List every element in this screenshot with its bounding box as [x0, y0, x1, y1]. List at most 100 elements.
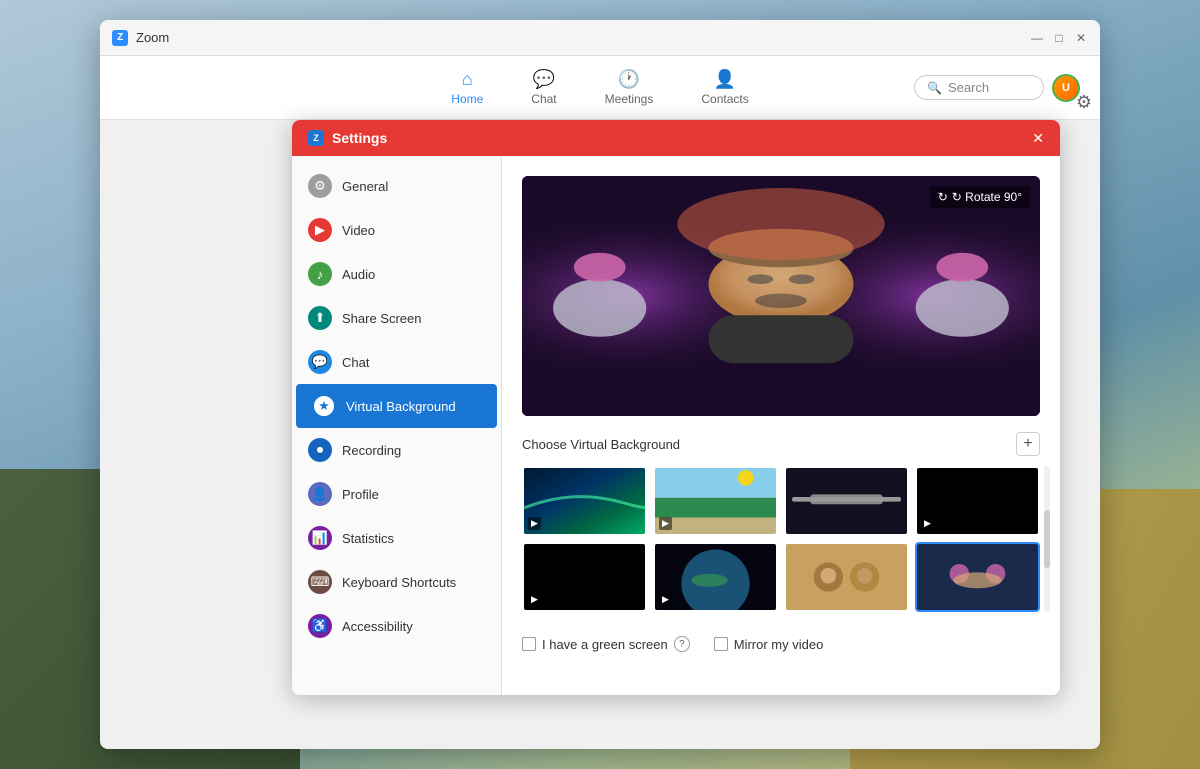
green-screen-label: I have a green screen — [542, 637, 668, 652]
sidebar-item-keyboard-shortcuts[interactable]: ⌨ Keyboard Shortcuts — [292, 560, 501, 604]
nav-item-meetings[interactable]: 🕐 Meetings — [597, 65, 662, 110]
thumb-black1[interactable]: ▶ — [915, 466, 1040, 536]
nav-item-home[interactable]: ⌂ Home — [443, 65, 491, 110]
cats-visual — [786, 544, 907, 610]
thumb-earth-inner — [655, 544, 776, 610]
minimize-button[interactable]: — — [1030, 31, 1044, 45]
thumb-space-inner — [786, 468, 907, 534]
earth-visual — [655, 544, 776, 610]
window-controls: — □ ✕ — [1030, 31, 1088, 45]
video-preview: ↻ ↻ Rotate 90° — [522, 176, 1040, 416]
sidebar-label-vbg: Virtual Background — [346, 399, 456, 414]
scrollbar-thumb[interactable] — [1044, 510, 1050, 568]
thumb-black2[interactable]: ▶ — [522, 542, 647, 612]
settings-dialog: Z Settings ✕ ⚙ General ▶ Video ♪ Audio — [292, 120, 1060, 695]
profile-icon: 👤 — [308, 482, 332, 506]
rotate-button[interactable]: ↻ ↻ Rotate 90° — [930, 186, 1030, 208]
sidebar-label-profile: Profile — [342, 487, 379, 502]
main-toolbar: ⌂ Home 💬 Chat 🕐 Meetings 👤 Contacts 🔍 Se… — [100, 56, 1100, 120]
virtual-background-icon: ★ — [312, 394, 336, 418]
thumb-beach[interactable]: ▶ — [653, 466, 778, 536]
thumb-aurora[interactable]: ▶ — [522, 466, 647, 536]
nav-label-home: Home — [451, 92, 483, 106]
add-background-button[interactable]: + — [1016, 432, 1040, 456]
info-icon[interactable]: ? — [674, 636, 690, 652]
sidebar-item-audio[interactable]: ♪ Audio — [292, 252, 501, 296]
settings-title: Settings — [332, 130, 1032, 146]
space-visual — [786, 468, 907, 534]
audio-icon: ♪ — [308, 262, 332, 286]
rotate-label: ↻ Rotate 90° — [952, 190, 1022, 204]
recording-icon: ⏺ — [308, 438, 332, 462]
chat-sidebar-icon: 💬 — [308, 350, 332, 374]
sidebar-label-audio: Audio — [342, 267, 375, 282]
video-figure — [522, 176, 1040, 416]
nav-items: ⌂ Home 💬 Chat 🕐 Meetings 👤 Contacts — [443, 65, 756, 110]
sidebar-label-accessibility: Accessibility — [342, 619, 413, 634]
sidebar-item-virtual-background[interactable]: ★ Virtual Background — [296, 384, 497, 428]
nav-item-chat[interactable]: 💬 Chat — [523, 65, 564, 110]
contacts-icon: 👤 — [714, 69, 736, 90]
settings-content: ↻ ↻ Rotate 90° Choose Virtual Background… — [502, 156, 1060, 695]
vbg-label: Choose Virtual Background — [522, 437, 680, 452]
settings-header-icon: Z — [308, 130, 324, 146]
beach-visual — [655, 468, 776, 534]
green-screen-checkbox[interactable] — [522, 637, 536, 651]
sidebar-item-video[interactable]: ▶ Video — [292, 208, 501, 252]
aurora-visual — [524, 468, 645, 534]
sidebar-item-statistics[interactable]: 📊 Statistics — [292, 516, 501, 560]
rotate-icon: ↻ — [938, 190, 948, 204]
sidebar-label-recording: Recording — [342, 443, 401, 458]
sidebar-label-chat: Chat — [342, 355, 369, 370]
vbg-header: Choose Virtual Background + — [522, 432, 1040, 456]
thumb-cats[interactable] — [784, 542, 909, 612]
mirror-checkbox[interactable] — [714, 637, 728, 651]
nav-label-chat: Chat — [531, 92, 556, 106]
scrollbar-track[interactable] — [1044, 466, 1050, 612]
home-icon: ⌂ — [462, 69, 473, 90]
search-box[interactable]: 🔍 Search — [914, 75, 1044, 100]
thumb-black1-inner — [917, 468, 1038, 534]
thumb-black2-video-icon: ▶ — [528, 593, 541, 606]
sidebar-label-share: Share Screen — [342, 311, 422, 326]
thumb-earth[interactable]: ▶ — [653, 542, 778, 612]
nav-label-contacts: Contacts — [701, 92, 748, 106]
bottom-options: I have a green screen ? Mirror my video — [522, 628, 1040, 652]
maximize-button[interactable]: □ — [1052, 31, 1066, 45]
app-title: Zoom — [136, 30, 1030, 45]
search-placeholder: Search — [948, 80, 989, 95]
thumb-selected-inner — [917, 544, 1038, 610]
settings-close-button[interactable]: ✕ — [1032, 130, 1044, 147]
sidebar-item-profile[interactable]: 👤 Profile — [292, 472, 501, 516]
sidebar-item-accessibility[interactable]: ♿ Accessibility — [292, 604, 501, 648]
sidebar-item-chat[interactable]: 💬 Chat — [292, 340, 501, 384]
statistics-icon: 📊 — [308, 526, 332, 550]
thumb-selected-bg[interactable] — [915, 542, 1040, 612]
thumb-space[interactable] — [784, 466, 909, 536]
close-button[interactable]: ✕ — [1074, 31, 1088, 45]
settings-header: Z Settings ✕ — [292, 120, 1060, 156]
share-screen-icon: ⬆ — [308, 306, 332, 330]
sidebar-item-general[interactable]: ⚙ General — [292, 164, 501, 208]
thumb-beach-inner — [655, 468, 776, 534]
mirror-label: Mirror my video — [734, 637, 824, 652]
title-bar: Z Zoom — □ ✕ — [100, 20, 1100, 56]
mirror-video-option[interactable]: Mirror my video — [714, 637, 824, 652]
settings-body: ⚙ General ▶ Video ♪ Audio ⬆ Share Screen… — [292, 156, 1060, 695]
nav-item-contacts[interactable]: 👤 Contacts — [693, 65, 756, 110]
video-icon: ▶ — [308, 218, 332, 242]
thumbnail-grid: ▶ — [522, 466, 1040, 612]
thumb-video-icon: ▶ — [528, 517, 541, 530]
sidebar-label-video: Video — [342, 223, 375, 238]
sidebar-item-share-screen[interactable]: ⬆ Share Screen — [292, 296, 501, 340]
thumb-beach-video-icon: ▶ — [659, 517, 672, 530]
search-icon: 🔍 — [927, 81, 942, 95]
sidebar-item-recording[interactable]: ⏺ Recording — [292, 428, 501, 472]
settings-sidebar: ⚙ General ▶ Video ♪ Audio ⬆ Share Screen… — [292, 156, 502, 695]
settings-gear-icon[interactable]: ⚙ — [1068, 84, 1100, 121]
thumb-black1-video-icon: ▶ — [921, 517, 934, 530]
thumb-black2-inner — [524, 544, 645, 610]
selected-visual — [917, 544, 1038, 610]
app-window: Z Zoom — □ ✕ ⌂ Home 💬 Chat 🕐 Meetings 👤 — [100, 20, 1100, 749]
green-screen-option[interactable]: I have a green screen ? — [522, 636, 690, 652]
